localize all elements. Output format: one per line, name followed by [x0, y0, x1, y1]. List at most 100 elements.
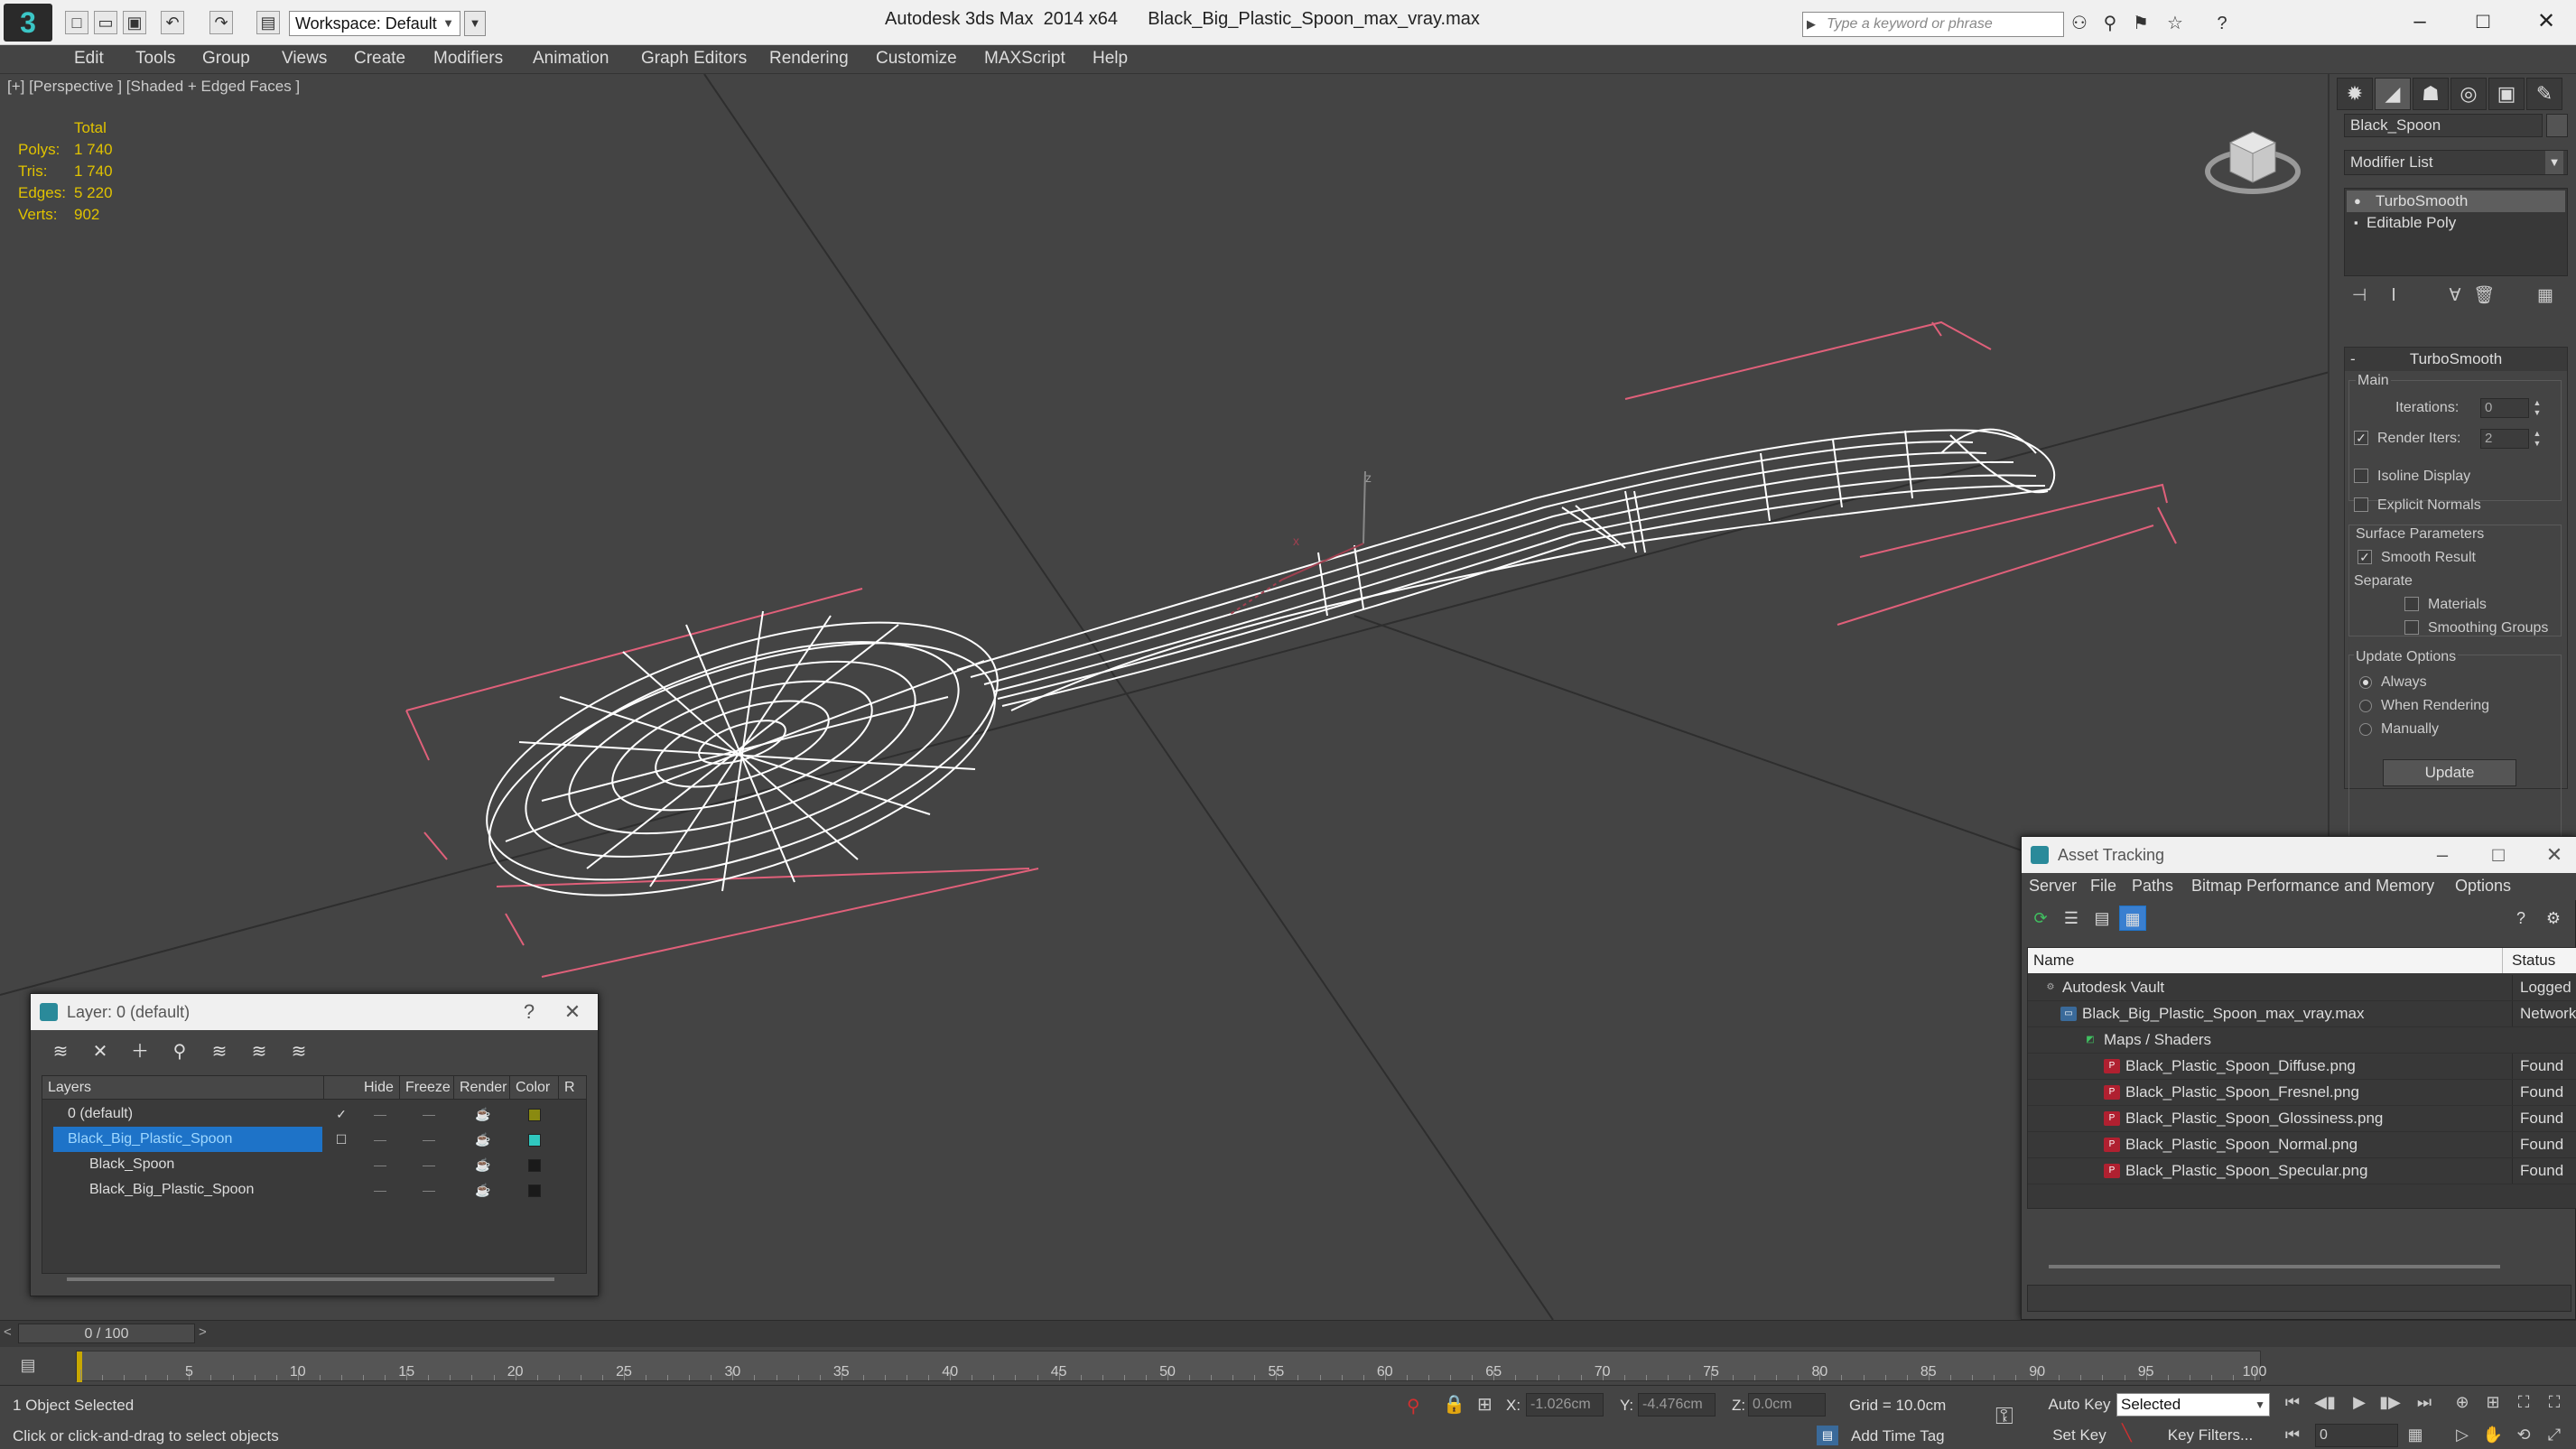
previous-key-icon[interactable]: ◀▮ [2311, 1389, 2339, 1415]
asset-row[interactable]: P Black_Plastic_Spoon_Fresnel.png Found [2028, 1080, 2576, 1106]
add-time-tag[interactable]: Add Time Tag [1851, 1427, 1945, 1445]
isoline-display-checkbox[interactable] [2354, 469, 2368, 483]
layer-color-swatch[interactable] [528, 1134, 541, 1147]
add-to-layer-icon[interactable]: ＋ [126, 1039, 153, 1064]
asset-row[interactable]: ▭ Black_Big_Plastic_Spoon_max_vray.max N… [2028, 1001, 2576, 1027]
set-active-checkbox[interactable]: ☐ [328, 1127, 355, 1152]
smooth-result-checkbox[interactable]: ✓ [2357, 550, 2372, 564]
horizontal-scrollbar[interactable] [2049, 1265, 2500, 1268]
menu-maxscript[interactable]: MAXScript [984, 49, 1065, 69]
track-bar[interactable]: ▤ 5 10 15 20 25 30 35 40 45 50 55 60 65 70 75 80 85 90 95 1… [0, 1347, 2576, 1385]
iterations-spinner[interactable]: 0 [2480, 398, 2529, 418]
help-button[interactable]: ? [511, 994, 547, 1030]
render-teapot-icon[interactable]: ☕ [467, 1177, 499, 1203]
set-key-icon[interactable]: ⚿ [1995, 1402, 2013, 1431]
layer-row[interactable]: 0 (default) ✓ — — ☕ [42, 1101, 586, 1127]
create-tab-icon[interactable]: ✹ [2337, 78, 2373, 110]
z-coordinate-field[interactable]: 0.0cm [1748, 1393, 1826, 1416]
settings-icon[interactable]: ⚙ [2540, 906, 2567, 931]
modifier-list-dropdown[interactable]: Modifier List ▼ [2344, 150, 2568, 175]
key-filters-button[interactable]: Key Filters... [2149, 1424, 2272, 1447]
remove-modifier-icon[interactable]: 🗑 [2470, 283, 2497, 309]
play-icon[interactable]: ▶ [2346, 1389, 2373, 1415]
help-icon[interactable]: ? [2210, 13, 2234, 36]
column-status[interactable]: Status [2503, 948, 2576, 973]
help-icon[interactable]: ? [2507, 906, 2534, 931]
close-icon[interactable]: ✕ [2536, 837, 2572, 873]
configure-sets-icon[interactable]: ▦ [2532, 283, 2559, 309]
menu-file[interactable]: File [2090, 877, 2116, 896]
help-search-input[interactable]: ▶ Type a keyword or phrase [1802, 12, 2064, 37]
freeze-toggle[interactable]: — [413, 1152, 445, 1177]
hide-all-layers-icon[interactable]: ≋ [246, 1039, 273, 1064]
search-expand-icon[interactable]: ▶ [1807, 13, 1816, 36]
menu-tools[interactable]: Tools [135, 49, 175, 69]
previous-frame-icon[interactable]: < [4, 1324, 12, 1340]
pan-view-icon[interactable]: ✋ [2479, 1422, 2506, 1447]
viewport-label-menu[interactable]: [+] [Perspective ] [Shaded + Edged Faces… [7, 78, 300, 96]
column-name[interactable]: Name [2028, 948, 2503, 973]
favorites-star-icon[interactable]: ☆ [2163, 13, 2187, 36]
layer-color-swatch[interactable] [528, 1184, 541, 1197]
menu-bitmap-performance[interactable]: Bitmap Performance and Memory [2191, 877, 2434, 896]
x-coordinate-field[interactable]: -1.026cm [1526, 1393, 1604, 1416]
manually-radio[interactable] [2359, 723, 2372, 736]
when-rendering-radio[interactable] [2359, 700, 2372, 712]
save-file-icon[interactable]: ▣ [123, 11, 146, 34]
asset-row[interactable]: P Black_Plastic_Spoon_Specular.png Found [2028, 1158, 2576, 1184]
asset-row[interactable]: ⚙ Autodesk Vault Logged Out [2028, 975, 2576, 1001]
pin-stack-icon[interactable]: ⊣ [2346, 283, 2373, 309]
delete-layer-icon[interactable]: ✕ [87, 1039, 114, 1064]
hierarchy-tab-icon[interactable]: ☗ [2413, 78, 2449, 110]
minimize-window-button[interactable]: – [2393, 4, 2447, 40]
menu-create[interactable]: Create [354, 49, 405, 69]
absolute-mode-icon[interactable]: ⊞ [1477, 1393, 1493, 1416]
menu-views[interactable]: Views [282, 49, 327, 69]
next-key-icon[interactable]: ▮▶ [2376, 1389, 2404, 1415]
iterations-spinner-arrows[interactable]: ▲ ▼ [2531, 398, 2543, 418]
motion-tab-icon[interactable]: ◎ [2450, 78, 2487, 110]
communication-center-icon[interactable]: ⚑ [2129, 13, 2153, 36]
freeze-all-layers-icon[interactable]: ≋ [285, 1039, 312, 1064]
smoothing-groups-checkbox[interactable] [2404, 620, 2419, 635]
new-file-icon[interactable]: □ [65, 11, 88, 34]
next-frame-icon[interactable]: > [199, 1324, 207, 1340]
make-unique-icon[interactable]: ∀ [2441, 283, 2469, 309]
field-of-view-icon[interactable]: ▷ [2449, 1422, 2476, 1447]
set-key-button[interactable]: Set Key [2046, 1424, 2113, 1447]
time-tag-icon[interactable]: ▤ [1817, 1426, 1838, 1445]
render-iters-spinner[interactable]: 2 [2480, 429, 2529, 449]
menu-group[interactable]: Group [202, 49, 250, 69]
app-logo[interactable]: 3 [4, 4, 52, 42]
minimize-icon[interactable]: – [2424, 837, 2460, 873]
open-file-icon[interactable]: ▭ [94, 11, 117, 34]
column-r[interactable]: R [559, 1076, 586, 1100]
modify-tab-icon[interactable]: ◢ [2375, 78, 2411, 110]
menu-modifiers[interactable]: Modifiers [433, 49, 503, 69]
column-hide[interactable]: Hide [358, 1076, 400, 1100]
asset-row[interactable]: ◩ Maps / Shaders [2028, 1027, 2576, 1054]
menu-customize[interactable]: Customize [876, 49, 957, 69]
maximize-icon[interactable]: □ [2480, 837, 2516, 873]
select-in-layer-icon[interactable]: ⚲ [166, 1039, 193, 1064]
asset-row[interactable]: P Black_Plastic_Spoon_Normal.png Found [2028, 1132, 2576, 1158]
binoculars-icon[interactable]: ⚇ [2068, 13, 2091, 36]
materials-checkbox[interactable] [2404, 597, 2419, 611]
y-coordinate-field[interactable]: -4.476cm [1638, 1393, 1716, 1416]
menu-options[interactable]: Options [2455, 877, 2511, 896]
update-button[interactable]: Update [2383, 759, 2516, 786]
orbit-icon[interactable]: ⟲ [2510, 1422, 2537, 1447]
menu-help[interactable]: Help [1093, 49, 1128, 69]
current-frame-marker[interactable] [77, 1351, 82, 1382]
layer-row[interactable]: Black_Spoon — — ☕ [42, 1152, 586, 1177]
object-color-swatch[interactable] [2546, 114, 2568, 137]
layer-row[interactable]: Black_Big_Plastic_Spoon ☐ — — ☕ [42, 1127, 586, 1152]
table-view-icon[interactable]: ▦ [2119, 906, 2146, 931]
redo-icon[interactable]: ↷ [209, 11, 233, 34]
project-folder-icon[interactable]: ▤ [256, 11, 280, 34]
default-tangent-icon[interactable]: ╲ [2122, 1424, 2132, 1443]
expand-icon[interactable]: ▪ [2354, 212, 2358, 234]
display-tab-icon[interactable]: ▣ [2488, 78, 2525, 110]
maximize-window-button[interactable]: □ [2456, 4, 2510, 40]
close-window-button[interactable]: ✕ [2519, 4, 2573, 40]
